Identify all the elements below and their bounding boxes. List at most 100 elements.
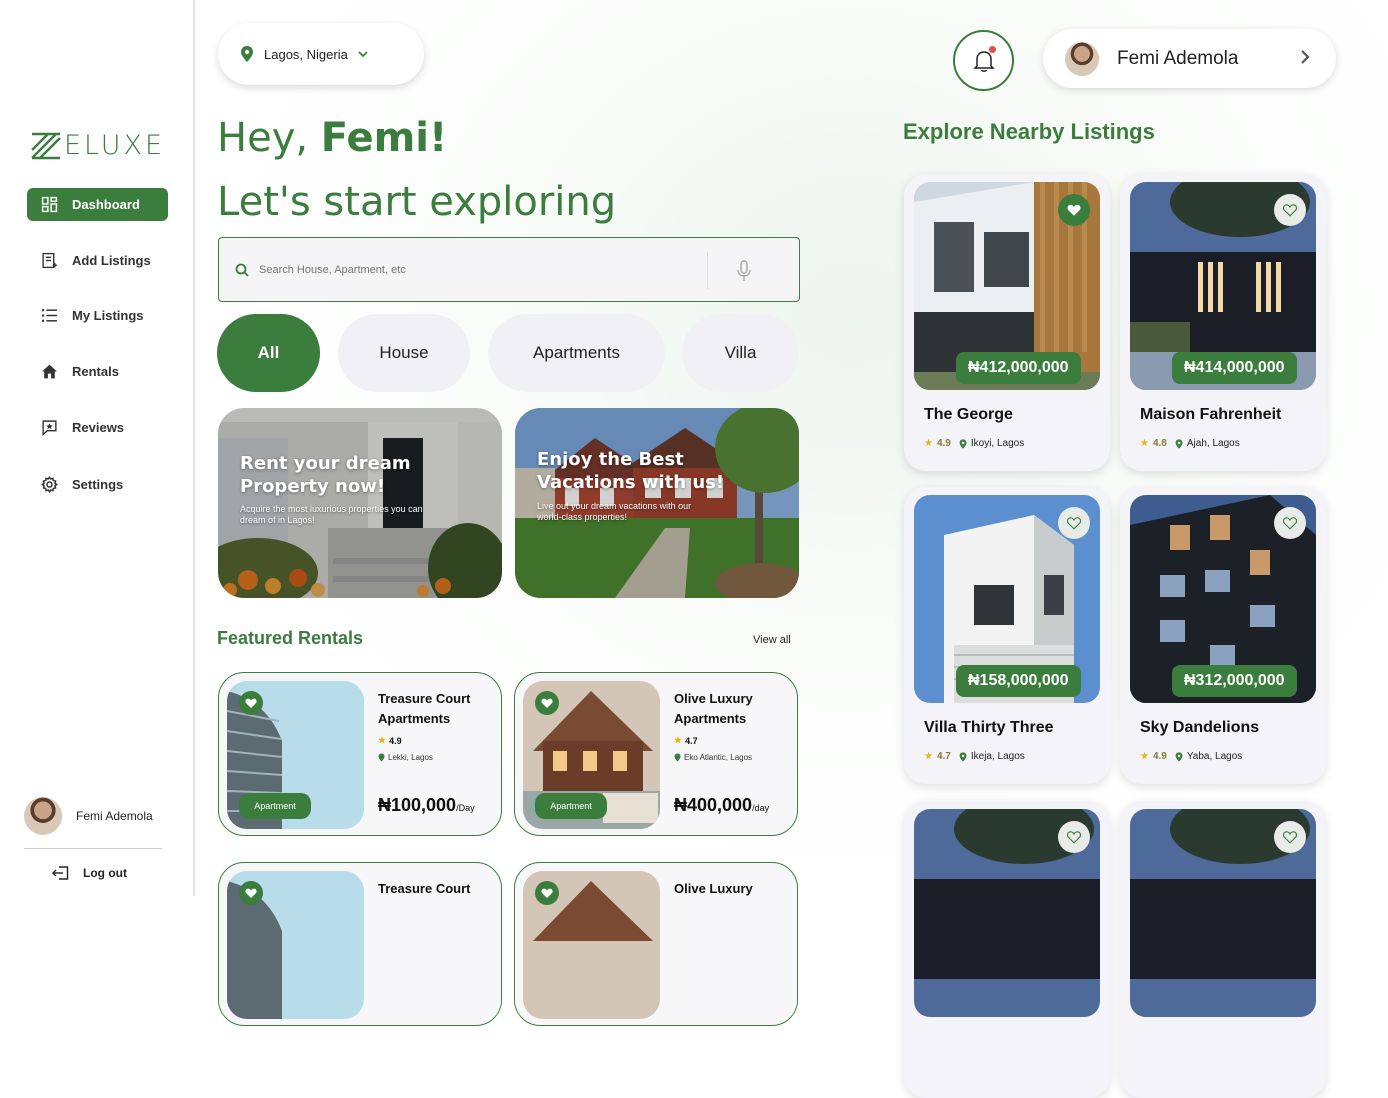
add-listing-icon	[42, 252, 57, 269]
listing-card[interactable]: ₦414,000,000 Maison Fahrenheit ★ 4.8 Ajah,…	[1120, 174, 1326, 471]
featured-card[interactable]: Olive Luxury	[514, 862, 798, 1026]
user-name: Femi Ademola	[1117, 47, 1239, 69]
sidebar-item-label: Add Listings	[72, 253, 151, 268]
logout-button[interactable]: Log out	[52, 866, 127, 880]
star-icon: ★	[924, 438, 933, 449]
featured-card[interactable]: Apartment Olive Luxury Apartments ★ 4.7 E…	[514, 672, 798, 836]
favorite-button[interactable]	[239, 691, 263, 715]
price-badge: ₦414,000,000	[1172, 352, 1297, 384]
star-icon: ★	[1140, 751, 1149, 762]
listing-meta: ★ 4.8 Ajah, Lagos	[1140, 438, 1240, 449]
logo-mark-icon	[31, 132, 61, 159]
favorite-button[interactable]	[1058, 194, 1090, 226]
sidebar-item-add-listings[interactable]: Add Listings	[27, 244, 168, 277]
filter-chip-house[interactable]: House	[338, 314, 470, 392]
location-pin-icon	[1175, 438, 1183, 449]
search-icon	[235, 263, 249, 277]
search-input[interactable]	[259, 263, 689, 276]
heart-icon	[541, 698, 553, 708]
price-value: ₦400,000	[674, 795, 753, 815]
location-pin-icon	[1175, 751, 1183, 762]
property-name: Treasure Court Apartments	[378, 691, 471, 726]
sidebar-item-reviews[interactable]: Reviews	[27, 411, 168, 444]
heart-icon	[245, 888, 257, 898]
notifications-button[interactable]	[953, 30, 1014, 91]
listing-card[interactable]: ₦412,000,000 The George ★ 4.9 Ikoyi, Lagos	[904, 174, 1110, 471]
filter-chip-villa[interactable]: Villa	[682, 314, 799, 392]
favorite-button[interactable]	[535, 881, 559, 905]
listing-card[interactable]: ₦312,000,000 Sky Dandelions ★ 4.9 Yaba, La…	[1120, 487, 1326, 784]
listing-card[interactable]	[1120, 801, 1326, 1098]
favorite-button[interactable]	[1058, 507, 1090, 539]
promo-banner-rent[interactable]: Rent your dream Property now! Acquire th…	[218, 408, 502, 598]
notification-dot	[989, 46, 996, 53]
price-badge: ₦158,000,000	[956, 665, 1081, 697]
sidebar-user[interactable]: Femi Ademola	[24, 797, 153, 835]
sidebar-item-my-listings[interactable]: My Listings	[27, 299, 168, 332]
favorite-button[interactable]	[1274, 821, 1306, 853]
home-icon	[42, 364, 57, 379]
greeting: Hey, Femi!	[217, 115, 447, 161]
heart-icon	[1067, 204, 1081, 216]
promo-banner-vacation[interactable]: Enjoy the Best Vacations with us! Live o…	[515, 408, 799, 598]
brand-logo[interactable]: ELUXE	[30, 130, 165, 161]
property-name: The George	[924, 406, 1013, 423]
rating-value: 4.7	[936, 751, 951, 762]
listing-meta: ★ 4.9 Ikoyi, Lagos	[924, 438, 1024, 449]
heart-outline-icon	[1283, 830, 1297, 844]
location-value: Ikoyi, Lagos	[970, 438, 1025, 449]
filter-chip-apartments[interactable]: Apartments	[488, 314, 665, 392]
heart-icon	[541, 888, 553, 898]
sidebar-user-name: Femi Ademola	[76, 809, 153, 823]
listing-meta: ★ 4.9 Yaba, Lagos	[1140, 751, 1242, 762]
list-icon	[42, 309, 57, 322]
sidebar-item-dashboard[interactable]: Dashboard	[27, 188, 168, 221]
filter-chip-all[interactable]: All	[217, 314, 320, 392]
location-value: Yaba, Lagos	[1186, 751, 1243, 762]
property-name: Olive Luxury Apartments	[674, 691, 753, 726]
rating: ★ 4.9	[378, 735, 402, 746]
property-image: ₦414,000,000	[1130, 182, 1316, 390]
user-profile-button[interactable]: Femi Ademola	[1043, 29, 1336, 88]
dashboard-icon	[41, 196, 58, 213]
sidebar-item-rentals[interactable]: Rentals	[27, 355, 168, 388]
banner-title: Enjoy the Best Vacations with us!	[537, 449, 725, 493]
rating-value: 4.8	[1152, 438, 1167, 449]
location-value: Ikeja, Lagos	[970, 751, 1025, 762]
featured-card[interactable]: Treasure Court	[218, 862, 502, 1026]
greeting-name: Femi!	[320, 115, 448, 161]
property-image: ₦312,000,000	[1130, 495, 1316, 703]
location-selector[interactable]: Lagos, Nigeria	[218, 23, 424, 85]
category-badge: Apartment	[239, 793, 311, 819]
microphone-icon[interactable]	[736, 260, 752, 282]
location-value: Eko Atlantic, Lagos	[684, 753, 753, 762]
featured-card[interactable]: Apartment Treasure Court Apartments ★ 4.9…	[218, 672, 502, 836]
star-icon: ★	[1140, 438, 1149, 449]
favorite-button[interactable]	[239, 881, 263, 905]
sidebar-item-label: My Listings	[72, 308, 144, 323]
view-all-link[interactable]: View all	[753, 634, 791, 646]
gear-icon	[41, 476, 58, 493]
location: Lekki, Lagos	[378, 753, 433, 762]
heart-outline-icon	[1283, 516, 1297, 530]
property-image	[1130, 809, 1316, 1017]
nearby-listings-title: Explore Nearby Listings	[903, 119, 1155, 144]
property-image: ₦412,000,000	[914, 182, 1100, 390]
listing-card[interactable]	[904, 801, 1110, 1098]
heart-outline-icon	[1283, 203, 1297, 217]
location-pin-icon	[959, 438, 967, 449]
listing-card[interactable]: ₦158,000,000 Villa Thirty Three ★ 4.7 Ikej…	[904, 487, 1110, 784]
avatar	[1065, 41, 1099, 76]
location: Eko Atlantic, Lagos	[674, 753, 752, 762]
star-icon: ★	[924, 751, 933, 762]
sidebar-item-settings[interactable]: Settings	[27, 468, 168, 501]
location-pin-icon	[378, 753, 385, 762]
favorite-button[interactable]	[1274, 194, 1306, 226]
favorite-button[interactable]	[1058, 821, 1090, 853]
banner-title: Rent your dream Property now!	[240, 453, 411, 497]
favorite-button[interactable]	[535, 691, 559, 715]
sidebar: ELUXE Dashboard Add Listings My Listings…	[0, 0, 195, 896]
favorite-button[interactable]	[1274, 507, 1306, 539]
location-value: Ajah, Lagos	[1186, 438, 1240, 449]
property-name: Olive Luxury	[674, 881, 753, 896]
